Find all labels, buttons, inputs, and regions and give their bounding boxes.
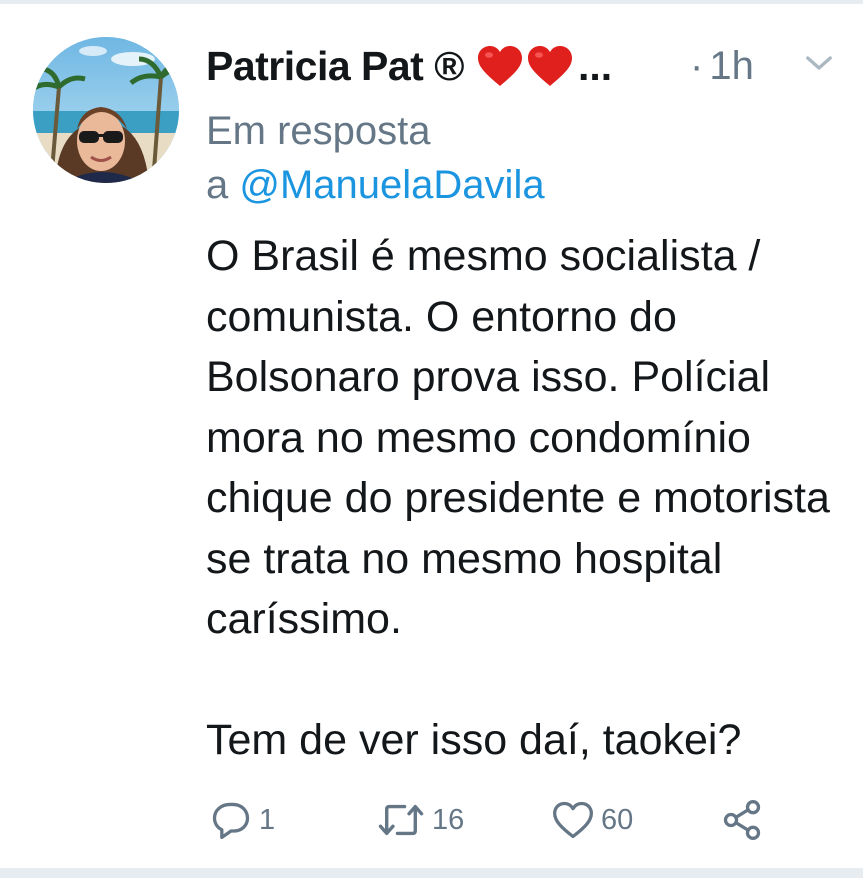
share-button[interactable] <box>720 792 764 848</box>
tweet-text: O Brasil é mesmo socialista / comunista.… <box>206 232 830 764</box>
retweet-button[interactable]: 16 <box>376 792 464 848</box>
meta-separator: · <box>690 43 704 88</box>
reply-context: Em resposta a @ManuelaDavila <box>206 104 545 212</box>
reply-count: 1 <box>259 803 276 836</box>
name-truncation-ellipsis: ... <box>577 42 613 89</box>
avatar[interactable] <box>33 37 179 183</box>
reply-target-line: a @ManuelaDavila <box>206 158 545 212</box>
tweet-meta: · 1h <box>690 36 754 96</box>
retweet-icon <box>378 804 424 836</box>
display-name[interactable]: Patricia Pat ® <box>206 43 464 90</box>
share-icon <box>723 800 761 840</box>
red-heart-icon <box>527 46 572 86</box>
tweet-card[interactable]: Patricia Pat ® ... · 1h Em resposta a @M… <box>0 0 863 878</box>
chevron-down-icon[interactable] <box>804 48 834 78</box>
reply-icon <box>212 802 250 840</box>
reply-prefix: Em resposta <box>206 109 431 153</box>
tweet-header: Patricia Pat ® ... <box>206 36 612 96</box>
reply-button[interactable]: 1 <box>209 792 275 848</box>
tweet-actions: 1 16 60 <box>0 792 863 848</box>
reply-a: a <box>206 163 229 207</box>
timestamp[interactable]: 1h <box>709 44 754 89</box>
like-button[interactable]: 60 <box>551 792 633 848</box>
bottom-divider <box>0 868 863 878</box>
top-divider <box>0 0 863 4</box>
like-count: 60 <box>601 803 634 836</box>
name-emoji-group <box>476 44 576 88</box>
heart-icon <box>553 801 593 839</box>
reply-mention-link[interactable]: @ManuelaDavila <box>239 163 544 207</box>
red-heart-icon <box>477 46 522 86</box>
retweet-count: 16 <box>432 803 465 836</box>
